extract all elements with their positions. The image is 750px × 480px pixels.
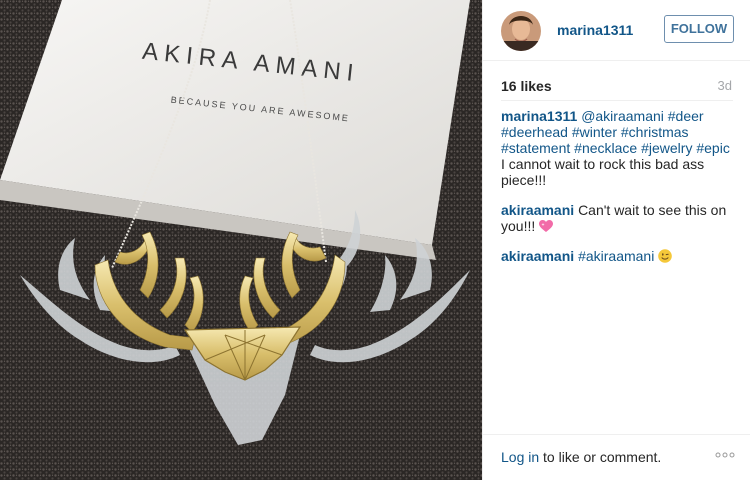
comment-hashtag[interactable]: #necklace (574, 140, 637, 156)
comment-hashtag[interactable]: #statement (501, 140, 570, 156)
winking-face-icon (658, 249, 673, 263)
divider (501, 100, 733, 101)
sparkling-heart-icon (539, 220, 554, 232)
comment-mention[interactable]: @akiraamani (581, 108, 664, 124)
login-prompt-text: to like or comment. (539, 449, 662, 465)
comment-username[interactable]: akiraamani (501, 248, 574, 264)
comment-username[interactable]: akiraamani (501, 202, 574, 218)
post-header: marina1311 FOLLOW (483, 0, 750, 61)
avatar[interactable] (501, 11, 541, 51)
comment-hashtag[interactable]: #deerhead (501, 124, 568, 140)
comment-hashtag[interactable]: #winter (572, 124, 617, 140)
follow-button[interactable]: FOLLOW (664, 15, 734, 43)
post-time[interactable]: 3d (718, 78, 732, 93)
comment-hashtag[interactable]: #christmas (621, 124, 689, 140)
post-sidebar: marina1311 FOLLOW 16 likes 3d marina1311… (482, 0, 750, 480)
comment-hashtag[interactable]: #deer (668, 108, 704, 124)
login-link[interactable]: Log in (501, 449, 539, 465)
list-item: marina1311 @akiraamani #deer #deerhead #… (501, 108, 737, 188)
post-footer: Log in to like or comment. (483, 434, 750, 480)
author-username[interactable]: marina1311 (557, 22, 633, 38)
login-prompt: Log in to like or comment. (501, 449, 661, 465)
post-photo[interactable]: AKIRA AMANI BECAUSE YOU ARE AWESOME (0, 0, 482, 480)
comment-text: I cannot wait to rock this bad ass piece… (501, 156, 705, 188)
likes-count[interactable]: 16 likes (501, 78, 552, 94)
comments-list: marina1311 @akiraamani #deer #deerhead #… (501, 108, 737, 278)
comment-hashtag[interactable]: #akiraamani (578, 248, 654, 264)
comment-username[interactable]: marina1311 (501, 108, 577, 124)
more-options-icon[interactable] (715, 447, 735, 463)
comment-hashtag[interactable]: #jewelry (641, 140, 692, 156)
comment-hashtag[interactable]: #epic (696, 140, 729, 156)
list-item: akiraamani Can't wait to see this on you… (501, 202, 737, 234)
list-item: akiraamani #akiraamani (501, 248, 737, 264)
